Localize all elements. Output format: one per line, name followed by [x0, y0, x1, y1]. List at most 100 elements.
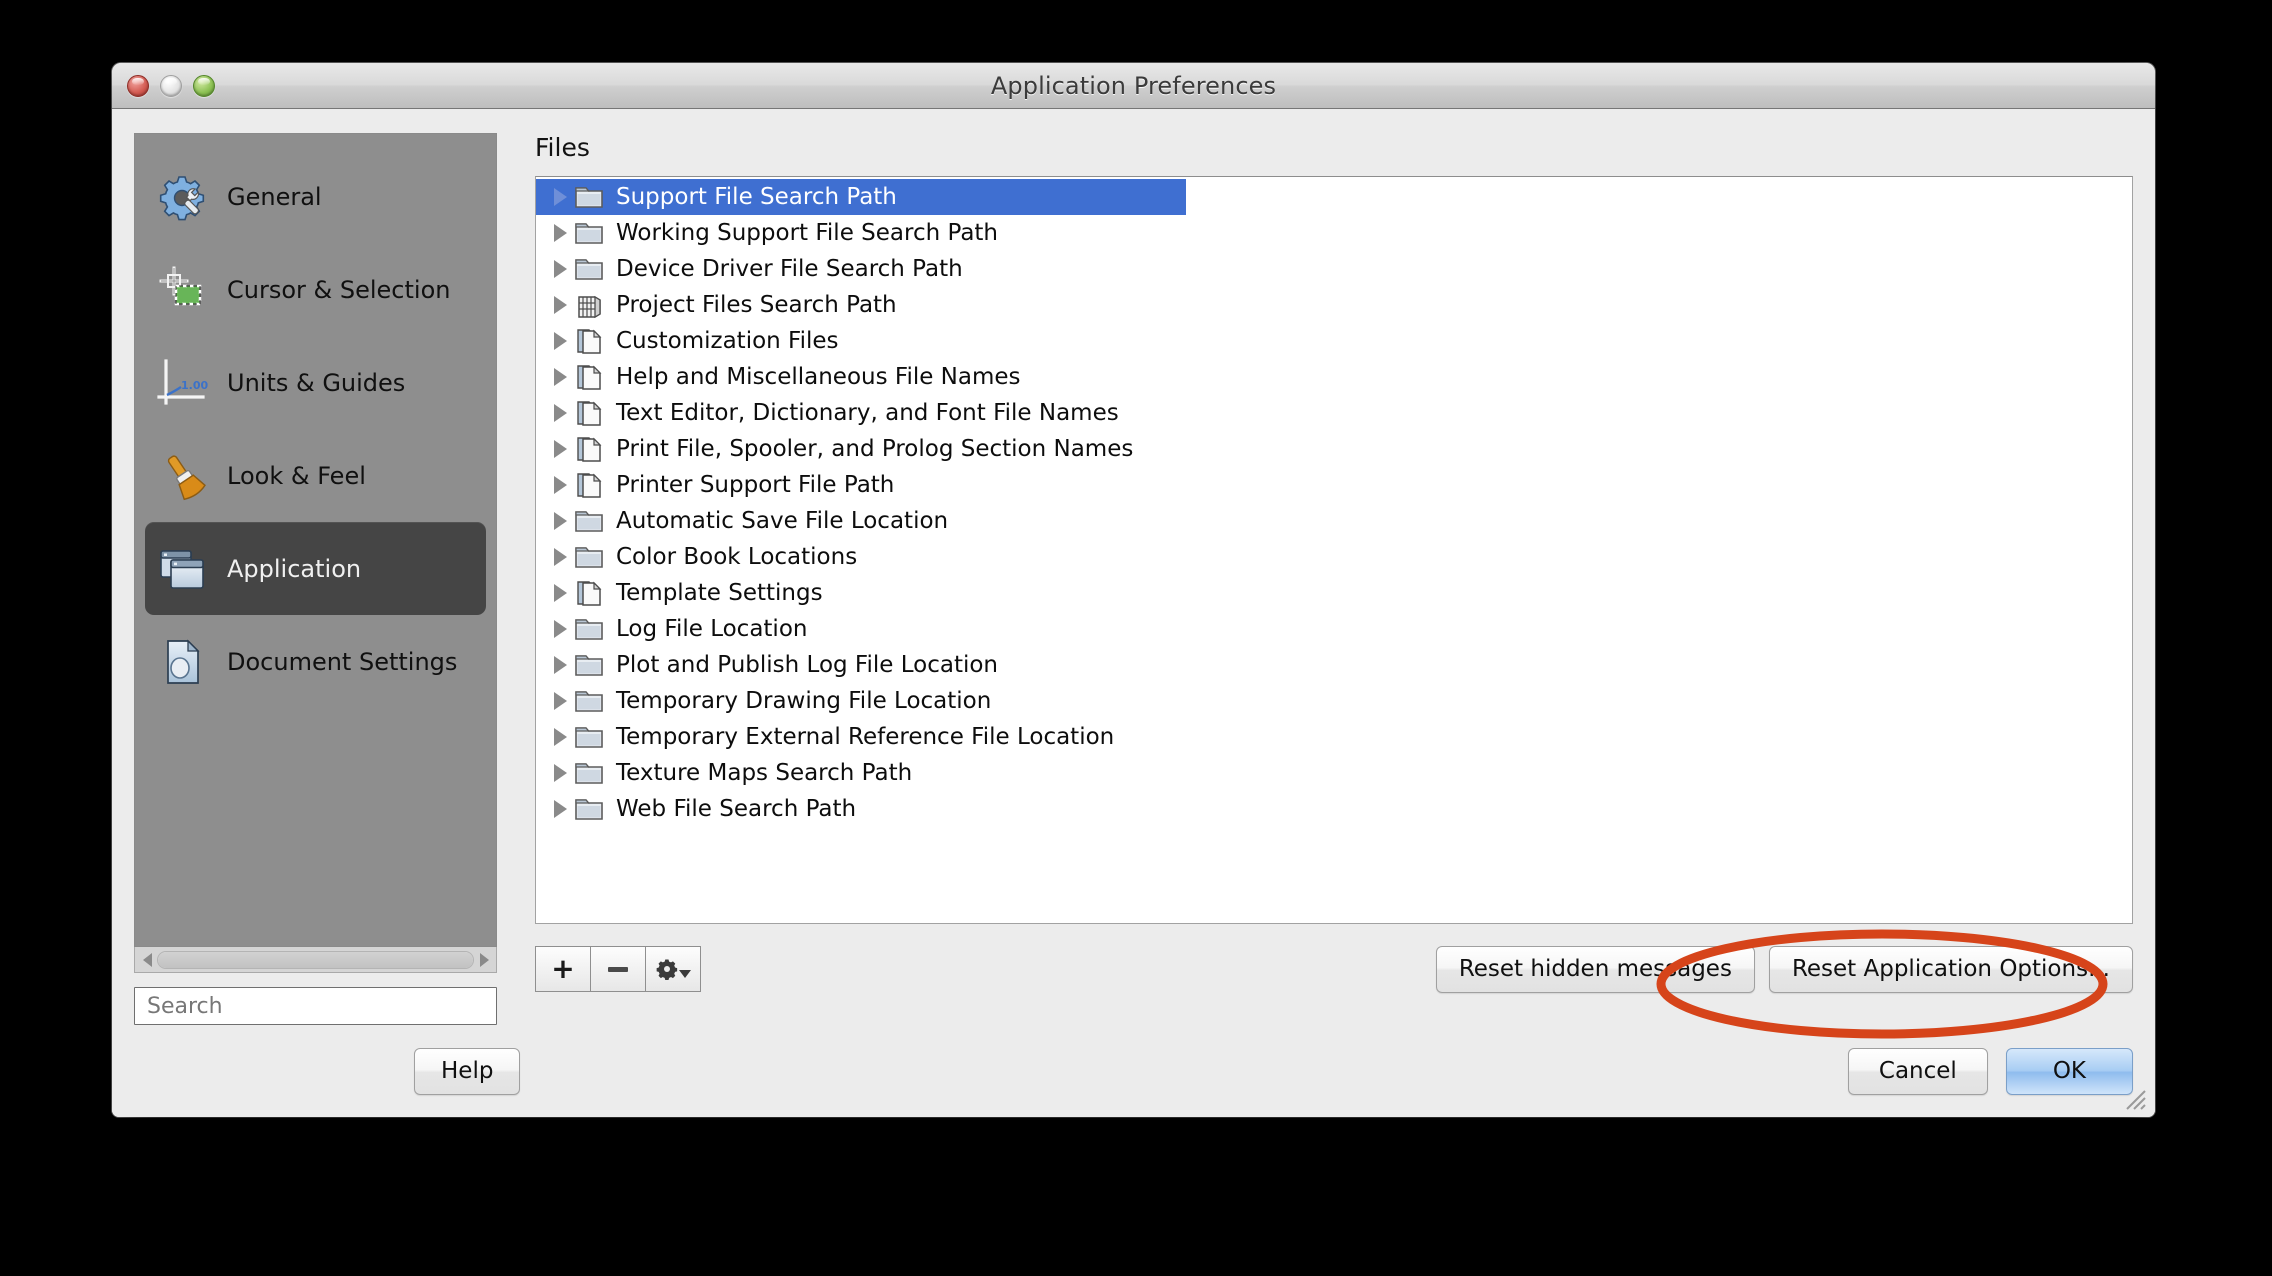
options-menu-button[interactable] [645, 946, 701, 992]
sidebar-item-cursor-selection[interactable]: Cursor & Selection [145, 243, 486, 336]
table-row[interactable]: Device Driver File Search Path [536, 251, 2132, 287]
tree-item-label: Customization Files [616, 328, 839, 354]
paintbrush-icon [157, 450, 209, 502]
scrollbar-thumb[interactable] [158, 951, 473, 968]
table-row[interactable]: Plot and Publish Log File Location [536, 647, 2132, 683]
sidebar-item-label: Cursor & Selection [227, 275, 451, 304]
cancel-button[interactable]: Cancel [1847, 1047, 1988, 1095]
disclosure-triangle-icon[interactable] [546, 440, 574, 458]
folder-icon [574, 508, 604, 534]
folder-icon [574, 652, 604, 678]
folder-icon [574, 616, 604, 642]
ok-button[interactable]: OK [2005, 1047, 2133, 1095]
table-row[interactable]: Color Book Locations [536, 539, 2132, 575]
tree-item-label: Automatic Save File Location [616, 508, 949, 534]
table-row[interactable]: Temporary Drawing File Location [536, 683, 2132, 719]
file-tree-list[interactable]: Support File Search Path Working Support… [535, 176, 2133, 924]
disclosure-triangle-icon[interactable] [546, 584, 574, 602]
disclosure-triangle-icon[interactable] [546, 332, 574, 350]
disclosure-triangle-icon[interactable] [546, 800, 574, 818]
table-row[interactable]: Automatic Save File Location [536, 503, 2132, 539]
scroll-left-arrow[interactable] [137, 949, 157, 971]
disclosure-triangle-icon[interactable] [546, 620, 574, 638]
table-row[interactable]: Customization Files [536, 323, 2132, 359]
tree-item-label: Support File Search Path [616, 184, 897, 210]
disclosure-triangle-icon[interactable] [546, 512, 574, 530]
minimize-button[interactable] [160, 74, 182, 97]
document-stack-icon [574, 364, 604, 390]
segmented-button-group: + [535, 946, 701, 992]
disclosure-triangle-icon[interactable] [546, 188, 574, 206]
table-row[interactable]: Working Support File Search Path [536, 215, 2132, 251]
sidebar-item-label: Application [227, 554, 362, 583]
sidebar-item-look-feel[interactable]: Look & Feel [145, 429, 486, 522]
sidebar: General Cursor & Selection 1.00 Units & … [134, 133, 497, 947]
document-icon [157, 636, 209, 688]
tree-item-label: Temporary Drawing File Location [616, 688, 992, 714]
disclosure-triangle-icon[interactable] [546, 368, 574, 386]
remove-button[interactable] [590, 946, 646, 992]
svg-text:1.00: 1.00 [181, 379, 208, 392]
folder-icon [574, 184, 604, 210]
tree-item-label: Color Book Locations [616, 544, 858, 570]
maximize-button[interactable] [193, 74, 215, 97]
table-row[interactable]: Printer Support File Path [536, 467, 2132, 503]
preferences-window: Application Preferences General Cursor &… [112, 63, 2155, 1117]
sidebar-item-general[interactable]: General [145, 150, 486, 243]
tree-item-label: Text Editor, Dictionary, and Font File N… [616, 400, 1119, 426]
table-row[interactable]: Print File, Spooler, and Prolog Section … [536, 431, 2132, 467]
gear-wrench-icon [157, 171, 209, 223]
document-stack-icon [574, 400, 604, 426]
disclosure-triangle-icon[interactable] [546, 764, 574, 782]
tree-item-label: Device Driver File Search Path [616, 256, 963, 282]
disclosure-triangle-icon[interactable] [546, 404, 574, 422]
disclosure-triangle-icon[interactable] [546, 224, 574, 242]
disclosure-triangle-icon[interactable] [546, 476, 574, 494]
reset-hidden-messages-button[interactable]: Reset hidden messages [1435, 945, 1755, 993]
disclosure-triangle-icon[interactable] [546, 656, 574, 674]
document-stack-icon [574, 328, 604, 354]
folder-icon [574, 760, 604, 786]
disclosure-triangle-icon[interactable] [546, 548, 574, 566]
tree-item-label: Printer Support File Path [616, 472, 895, 498]
resize-grip[interactable] [2121, 1085, 2147, 1111]
sidebar-item-label: Look & Feel [227, 461, 366, 490]
scrollbar-track[interactable] [157, 950, 474, 969]
sidebar-item-application[interactable]: Application [145, 522, 486, 615]
table-row[interactable]: Text Editor, Dictionary, and Font File N… [536, 395, 2132, 431]
sidebar-item-label: Document Settings [227, 647, 458, 676]
minus-icon [608, 966, 628, 972]
search-container [134, 987, 497, 1025]
table-row[interactable]: Template Settings [536, 575, 2132, 611]
project-icon [574, 292, 604, 318]
table-row[interactable]: Support File Search Path [536, 179, 1186, 215]
disclosure-triangle-icon[interactable] [546, 692, 574, 710]
reset-application-options-button[interactable]: Reset Application Options... [1768, 945, 2133, 993]
table-row[interactable]: Help and Miscellaneous File Names [536, 359, 2132, 395]
tree-item-label: Plot and Publish Log File Location [616, 652, 999, 678]
disclosure-triangle-icon[interactable] [546, 728, 574, 746]
table-row[interactable]: Log File Location [536, 611, 2132, 647]
reset-button-group: Reset hidden messages Reset Application … [1435, 945, 2133, 993]
windows-stack-icon [157, 543, 209, 595]
search-input[interactable] [134, 987, 497, 1025]
window-controls [127, 63, 215, 108]
table-row[interactable]: Project Files Search Path [536, 287, 2132, 323]
add-button[interactable]: + [535, 946, 591, 992]
help-button[interactable]: Help [414, 1047, 521, 1095]
plus-icon: + [551, 952, 575, 985]
main-panel: Files Support File Search Path Working S… [497, 133, 2133, 1025]
close-button[interactable] [127, 74, 149, 97]
disclosure-triangle-icon[interactable] [546, 260, 574, 278]
scroll-right-arrow[interactable] [474, 949, 494, 971]
table-row[interactable]: Web File Search Path [536, 791, 2132, 827]
sidebar-item-units-guides[interactable]: 1.00 Units & Guides [145, 336, 486, 429]
crosshair-selection-icon [157, 264, 209, 316]
disclosure-triangle-icon[interactable] [546, 296, 574, 314]
table-row[interactable]: Temporary External Reference File Locati… [536, 719, 2132, 755]
sidebar-item-label: Units & Guides [227, 368, 406, 397]
table-row[interactable]: Texture Maps Search Path [536, 755, 2132, 791]
sidebar-horizontal-scrollbar[interactable] [134, 947, 497, 973]
tree-item-label: Template Settings [616, 580, 823, 606]
sidebar-item-document-settings[interactable]: Document Settings [145, 615, 486, 708]
